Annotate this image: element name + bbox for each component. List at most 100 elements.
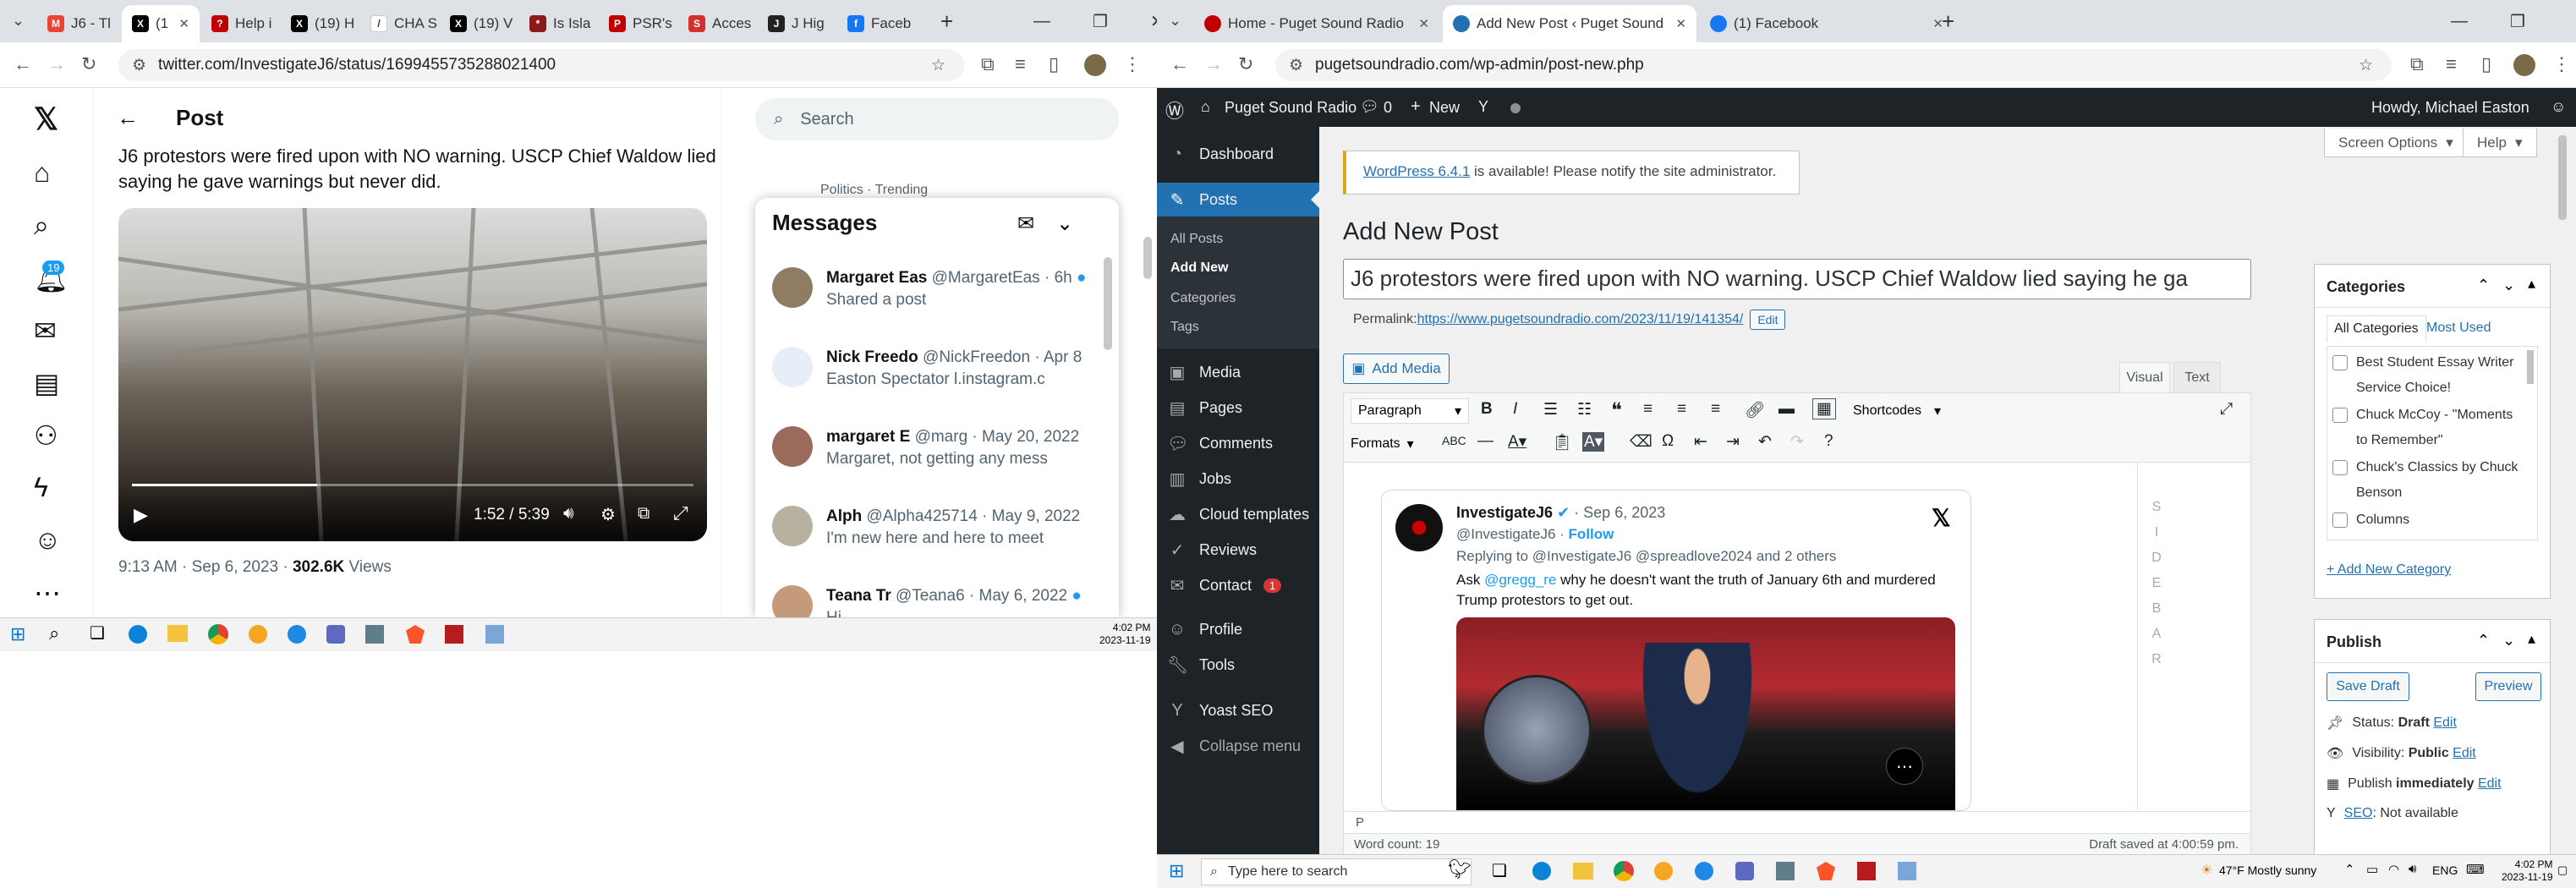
- howdy-user-link[interactable]: Howdy, Michael Easton: [2371, 99, 2529, 117]
- lists-icon[interactable]: ▤: [34, 367, 59, 399]
- message-conversation[interactable]: Margaret Eas @MargaretEas · 6h ● Shared a…: [755, 250, 1102, 330]
- menu-comments[interactable]: 💬︎ Comments: [1157, 426, 1319, 460]
- network-icon[interactable]: ▭: [2366, 862, 2378, 877]
- category-checkbox[interactable]: [2332, 408, 2348, 423]
- all-categories-tab[interactable]: All Categories: [2327, 315, 2426, 343]
- update-link[interactable]: WordPress 6.4.1: [1363, 163, 1470, 179]
- pip-icon[interactable]: ⧉: [638, 504, 649, 523]
- paragraph-select[interactable]: Paragraph ▾: [1351, 398, 1469, 424]
- user-avatar-icon[interactable]: ☺: [2551, 98, 2566, 116]
- category-item[interactable]: Audio Active Advertising by: [2353, 534, 2520, 540]
- profile-avatar[interactable]: [2513, 54, 2535, 76]
- task-view-icon[interactable]: ❏: [90, 622, 105, 644]
- seo-link[interactable]: SEO: [2344, 806, 2373, 820]
- messages-icon[interactable]: ✉: [34, 315, 57, 347]
- browser-tab[interactable]: X (19) H: [281, 5, 359, 42]
- file-explorer-icon[interactable]: [167, 625, 188, 642]
- tab-close-icon[interactable]: ✕: [1675, 16, 1686, 31]
- add-category-link[interactable]: + Add New Category: [2327, 562, 2451, 578]
- bookmark-star-icon[interactable]: ☆: [931, 56, 945, 75]
- browser-tab[interactable]: Add New Post ‹ Puget Sound Radi ✕: [1443, 5, 1696, 42]
- sidepanel-icon[interactable]: ▯: [2481, 53, 2491, 75]
- wifi-icon[interactable]: ◠: [2388, 862, 2399, 877]
- category-item[interactable]: Chuck McCoy - "Moments to Remember": [2332, 403, 2520, 453]
- comments-icon[interactable]: 💬︎: [1360, 98, 1379, 116]
- browser-tab[interactable]: ? Help i: [201, 5, 279, 42]
- twitter-search-input[interactable]: ⌕ Search: [755, 98, 1119, 140]
- task-view-icon[interactable]: ❏: [1492, 860, 1507, 881]
- browser-tab[interactable]: X (1 ✕: [122, 5, 200, 42]
- more-icon[interactable]: ⋯: [34, 577, 61, 609]
- back-icon[interactable]: ←: [1170, 53, 1189, 75]
- menu-posts[interactable]: ✎ Posts: [1157, 183, 1319, 217]
- sidepanel-icon[interactable]: ▯: [1049, 53, 1059, 75]
- profile-avatar[interactable]: [1084, 54, 1106, 76]
- permalink-link[interactable]: https://www.pugetsoundradio.com/2023/11/…: [1417, 312, 1744, 327]
- search-highlight-icon[interactable]: 🐦︎: [1448, 858, 1472, 880]
- align-left-icon[interactable]: ≡: [1643, 400, 1652, 419]
- minimize-icon[interactable]: —: [2451, 12, 2468, 31]
- back-icon[interactable]: ←: [14, 53, 32, 75]
- mention-link[interactable]: @gregg_re: [1484, 572, 1556, 588]
- message-conversation[interactable]: Nick Freedo @NickFreedon · Apr 8 Easton S…: [755, 330, 1102, 409]
- site-info-icon[interactable]: ⚙: [132, 56, 146, 75]
- move-down-icon[interactable]: ⌄: [2502, 277, 2515, 294]
- chrome-menu-icon[interactable]: ⋮: [1123, 53, 1142, 75]
- tray-chevron-icon[interactable]: ⌃: [2344, 862, 2355, 877]
- chrome-taskbar-icon[interactable]: [208, 624, 228, 644]
- chrome-taskbar-icon[interactable]: [1614, 861, 1634, 881]
- windows-start-icon[interactable]: ⊞: [10, 623, 25, 645]
- close-icon[interactable]: ✕: [1150, 11, 1157, 32]
- strikethrough-icon[interactable]: ABC: [1442, 434, 1466, 447]
- page-scrollbar[interactable]: [1143, 237, 1152, 279]
- media-icon[interactable]: ≡: [1015, 53, 1026, 75]
- undo-icon[interactable]: ↶: [1758, 432, 1772, 452]
- category-checkbox[interactable]: [2332, 460, 2348, 475]
- visual-tab[interactable]: Visual: [2119, 362, 2170, 392]
- category-checkbox[interactable]: [2332, 513, 2348, 528]
- maximize-icon[interactable]: ❐: [2510, 11, 2525, 32]
- italic-icon[interactable]: I: [1513, 400, 1517, 419]
- app-icon-5[interactable]: [1857, 862, 1876, 880]
- back-arrow-icon[interactable]: ←: [117, 105, 139, 131]
- app-icon-1[interactable]: [1654, 862, 1673, 880]
- status-edit-link[interactable]: Edit: [2433, 715, 2457, 730]
- most-used-tab[interactable]: Most Used: [2426, 321, 2491, 336]
- text-color-icon[interactable]: A▾: [1508, 432, 1526, 452]
- browser-tab[interactable]: (1) Facebook ✕: [1700, 5, 1954, 42]
- message-conversation[interactable]: Teana Tr @Teana6 · May 6, 2022 ● Hi: [755, 568, 1102, 617]
- new-message-icon[interactable]: ✉: [1017, 211, 1034, 236]
- messages-scrollbar[interactable]: [1104, 257, 1112, 350]
- notification-center-icon[interactable]: ▢: [2557, 863, 2568, 877]
- visibility-edit-link[interactable]: Edit: [2453, 746, 2476, 760]
- move-down-icon[interactable]: ⌄: [2502, 632, 2515, 650]
- yoast-icon[interactable]: Y: [1478, 98, 1488, 116]
- browser-tab[interactable]: X (19) V: [440, 5, 518, 42]
- browser-tab[interactable]: M J6 - Tl: [37, 5, 120, 42]
- align-center-icon[interactable]: ≡: [1677, 400, 1686, 419]
- extensions-icon[interactable]: ⧉: [2410, 53, 2424, 75]
- taskbar-search-icon[interactable]: ⌕: [49, 622, 59, 644]
- outdent-icon[interactable]: ⇤: [1694, 432, 1707, 452]
- profile-icon[interactable]: ☺: [34, 524, 62, 556]
- app-icon-2[interactable]: [288, 625, 306, 644]
- browser-tab[interactable]: S Acces: [678, 5, 756, 42]
- right-clock[interactable]: 4:02 PM 2023-11-19: [2502, 858, 2553, 884]
- x-logo-icon[interactable]: 𝕏: [1932, 504, 1951, 532]
- highlight-icon[interactable]: A▾: [1582, 432, 1605, 452]
- indent-icon[interactable]: ⇥: [1726, 432, 1740, 452]
- toggle-panel-icon[interactable]: ▴: [2528, 630, 2535, 648]
- message-conversation[interactable]: margaret E @marg · May 20, 2022 Margaret,…: [755, 409, 1102, 489]
- app-icon-1[interactable]: [249, 625, 267, 644]
- new-tab-button[interactable]: +: [940, 8, 953, 35]
- new-content-link[interactable]: New: [1429, 99, 1460, 117]
- submenu-tags[interactable]: Tags: [1157, 313, 1319, 342]
- browser-tab[interactable]: * Is Isla: [519, 5, 597, 42]
- menu-tools[interactable]: 🔧︎ Tools: [1157, 648, 1319, 682]
- language-indicator[interactable]: ENG: [2432, 863, 2458, 877]
- category-checkbox[interactable]: [2332, 355, 2348, 370]
- menu-profile[interactable]: ☺ Profile: [1157, 612, 1319, 646]
- app-icon-4[interactable]: [365, 625, 384, 644]
- embed-media[interactable]: ⋯: [1456, 617, 1955, 810]
- add-media-button[interactable]: ▣ Add Media: [1343, 354, 1450, 384]
